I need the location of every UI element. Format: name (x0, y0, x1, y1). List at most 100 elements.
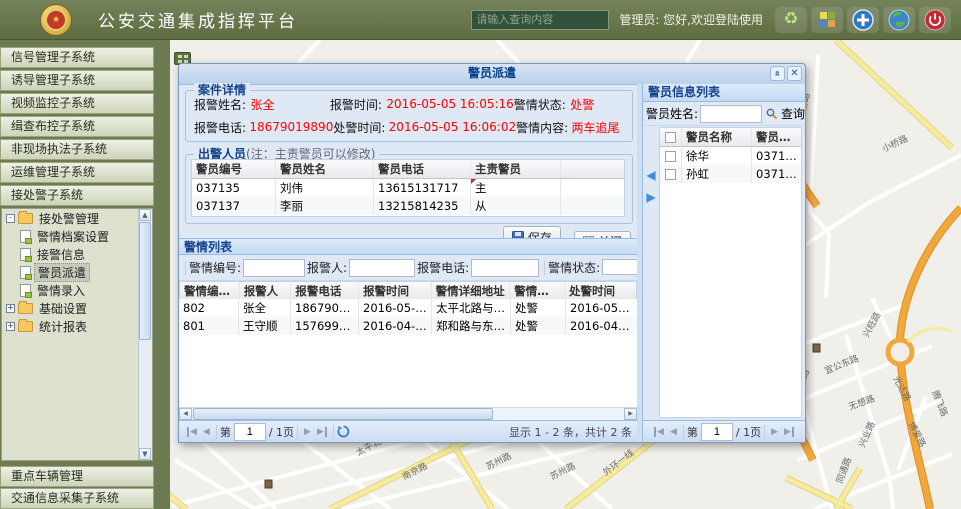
officer-name-input[interactable] (700, 105, 762, 123)
field-label: 处警时间: (333, 119, 388, 136)
building-marker[interactable] (265, 480, 272, 488)
alert-no-input[interactable] (243, 259, 305, 277)
field-value: 处警 (570, 96, 632, 113)
scroll-up-icon[interactable]: ▲ (139, 209, 151, 221)
column-header[interactable]: 警情状态 (510, 282, 565, 299)
tree-node-alert-info[interactable]: 接警信息 (2, 245, 152, 263)
scroll-left-icon[interactable]: ◀ (179, 408, 192, 420)
folder-icon (18, 303, 33, 314)
column-header[interactable]: 处警时间 (565, 282, 636, 299)
dialog-titlebar[interactable]: 警员派遣 « ✕ (179, 64, 805, 85)
table-row[interactable]: 037137 李丽 13215814235 从 (192, 197, 624, 215)
column-header[interactable]: 报警人 (240, 282, 292, 299)
apps-grid-button[interactable] (811, 7, 843, 33)
building-marker[interactable] (813, 344, 820, 352)
column-header[interactable]: 警员编号 (192, 160, 276, 178)
caller-input[interactable] (349, 259, 415, 277)
page-suffix: / 1页 (269, 424, 294, 440)
next-page-icon[interactable]: ▶ (771, 427, 778, 437)
phone-input[interactable] (471, 259, 539, 277)
checkbox[interactable] (665, 132, 676, 143)
alerts-horizontal-scrollbar[interactable]: ◀ ▶ (179, 407, 637, 420)
table-row[interactable]: 802 张全 18679019890 2016-05-05 16:... 太平北… (179, 299, 637, 317)
column-header[interactable]: 主责警员 (471, 160, 561, 178)
officers-panel: 警员信息列表 警员姓名: 查询 ◀ ▶ (642, 84, 805, 442)
tree-node-statistics[interactable]: + 统计报表 (2, 317, 152, 335)
scroll-thumb[interactable] (193, 408, 493, 420)
sidebar-item-offsite[interactable]: 非现场执法子系统 (0, 139, 154, 160)
primary-officer-cell[interactable]: 主 (471, 179, 561, 197)
move-left-icon[interactable]: ◀ (646, 169, 655, 181)
sidebar-item-investigation[interactable]: 缉查布控子系统 (0, 116, 154, 137)
case-details-fieldset: 案件详情 报警姓名: 张全 报警时间: 2016-05-05 16:05:16 … (185, 90, 633, 142)
prev-page-icon[interactable]: ◀ (670, 427, 677, 437)
refresh-icon[interactable] (337, 425, 350, 438)
logout-power-button[interactable] (919, 7, 951, 33)
filter-label-status: 警情状态: (548, 259, 600, 276)
officers-panel-body: ◀ ▶ 警员名称 警员编号 徐华 037136 (643, 125, 805, 420)
checkbox[interactable] (665, 169, 676, 180)
sidebar-item-signal[interactable]: 信号管理子系统 (0, 47, 154, 68)
scroll-down-icon[interactable]: ▼ (139, 448, 151, 460)
sidebar-item-operations[interactable]: 运维管理子系统 (0, 162, 154, 183)
filter-label-alert-no: 警情编号: (189, 259, 241, 276)
table-row[interactable]: 徐华 037136 (660, 147, 801, 165)
sidebar-item-guidance[interactable]: 诱导管理子系统 (0, 70, 154, 91)
column-header[interactable]: 报警电话 (291, 282, 359, 299)
page-number-input[interactable] (701, 423, 733, 441)
case-row: 报警电话: 18679019890 处警时间: 2016-05-05 16:06… (186, 117, 632, 137)
document-icon (20, 266, 31, 279)
expand-plus-icon[interactable]: + (6, 322, 15, 331)
collapse-icon[interactable]: « (770, 66, 785, 81)
officers-search-button[interactable]: 查询 (766, 105, 805, 122)
column-header[interactable]: 警员名称 (682, 128, 752, 146)
add-button[interactable] (847, 7, 879, 33)
police-badge-logo: ★ (40, 4, 72, 36)
scroll-thumb[interactable] (139, 222, 151, 340)
scroll-right-icon[interactable]: ▶ (624, 408, 637, 420)
sidebar-item-key-vehicles[interactable]: 重点车辆管理 (0, 466, 154, 487)
column-header[interactable]: 警员编号 (752, 128, 801, 146)
officers-pager: ◀ ◀ 第 / 1页 ▶ ▶ (643, 420, 805, 442)
expand-plus-icon[interactable]: + (6, 304, 15, 313)
table-row[interactable]: 801 王守顺 15769974813 2016-04-13 12:... 郑和… (179, 317, 637, 335)
column-header-sorted[interactable]: 警情编号 (180, 282, 240, 299)
sidebar-item-traffic-info[interactable]: 交通信息采集子系统 (0, 488, 154, 509)
page-number-input[interactable] (234, 423, 266, 441)
refresh-recycle-button[interactable]: ♻ (775, 7, 807, 33)
first-page-icon[interactable]: ◀ (187, 427, 197, 437)
welcome-text: 管理员: 您好,欢迎登陆使用 (619, 11, 763, 28)
sidebar-item-video[interactable]: 视频监控子系统 (0, 93, 154, 114)
table-row[interactable]: 孙虹 037138 (660, 165, 801, 183)
prev-page-icon[interactable]: ◀ (203, 427, 210, 437)
global-search-input[interactable] (471, 10, 609, 30)
table-row[interactable]: 037135 刘伟 13615131717 主 (192, 179, 624, 197)
tree-scrollbar[interactable]: ▲ ▼ (138, 209, 152, 460)
field-label: 警情状态: (514, 96, 570, 113)
next-page-icon[interactable]: ▶ (304, 427, 311, 437)
map-globe-button[interactable] (883, 7, 915, 33)
column-header[interactable]: 警员姓名 (276, 160, 374, 178)
officers-panel-header: 警员信息列表 (643, 84, 805, 102)
tree-node-dispatch-mgmt[interactable]: - 接处警管理 (2, 209, 152, 227)
last-page-icon[interactable]: ▶ (317, 427, 327, 437)
column-header[interactable]: 警员电话 (374, 160, 471, 178)
column-header[interactable]: 警情详细地址 (432, 282, 511, 299)
last-page-icon[interactable]: ▶ (784, 427, 794, 437)
filter-label-phone: 报警电话: (417, 259, 469, 276)
tree-node-officer-dispatch[interactable]: 警员派遣 (2, 263, 152, 281)
tree-node-alert-archive[interactable]: 警情档案设置 (2, 227, 152, 245)
app-header: ★ 公安交通集成指挥平台 管理员: 您好,欢迎登陆使用 ♻ (0, 0, 961, 40)
checkbox[interactable] (665, 151, 676, 162)
first-page-icon[interactable]: ◀ (654, 427, 664, 437)
tree-node-alert-entry[interactable]: 警情录入 (2, 281, 152, 299)
tree-node-basic-settings[interactable]: + 基础设置 (2, 299, 152, 317)
column-header[interactable]: 报警时间 (359, 282, 432, 299)
sidebar-item-dispatch-system[interactable]: 接处警子系统 (0, 185, 154, 206)
close-icon[interactable]: ✕ (787, 66, 802, 81)
document-icon (20, 284, 31, 297)
primary-officer-cell[interactable]: 从 (471, 197, 561, 215)
move-right-icon[interactable]: ▶ (646, 191, 655, 203)
collapse-minus-icon[interactable]: - (6, 214, 15, 223)
transfer-controls: ◀ ▶ (643, 125, 659, 420)
